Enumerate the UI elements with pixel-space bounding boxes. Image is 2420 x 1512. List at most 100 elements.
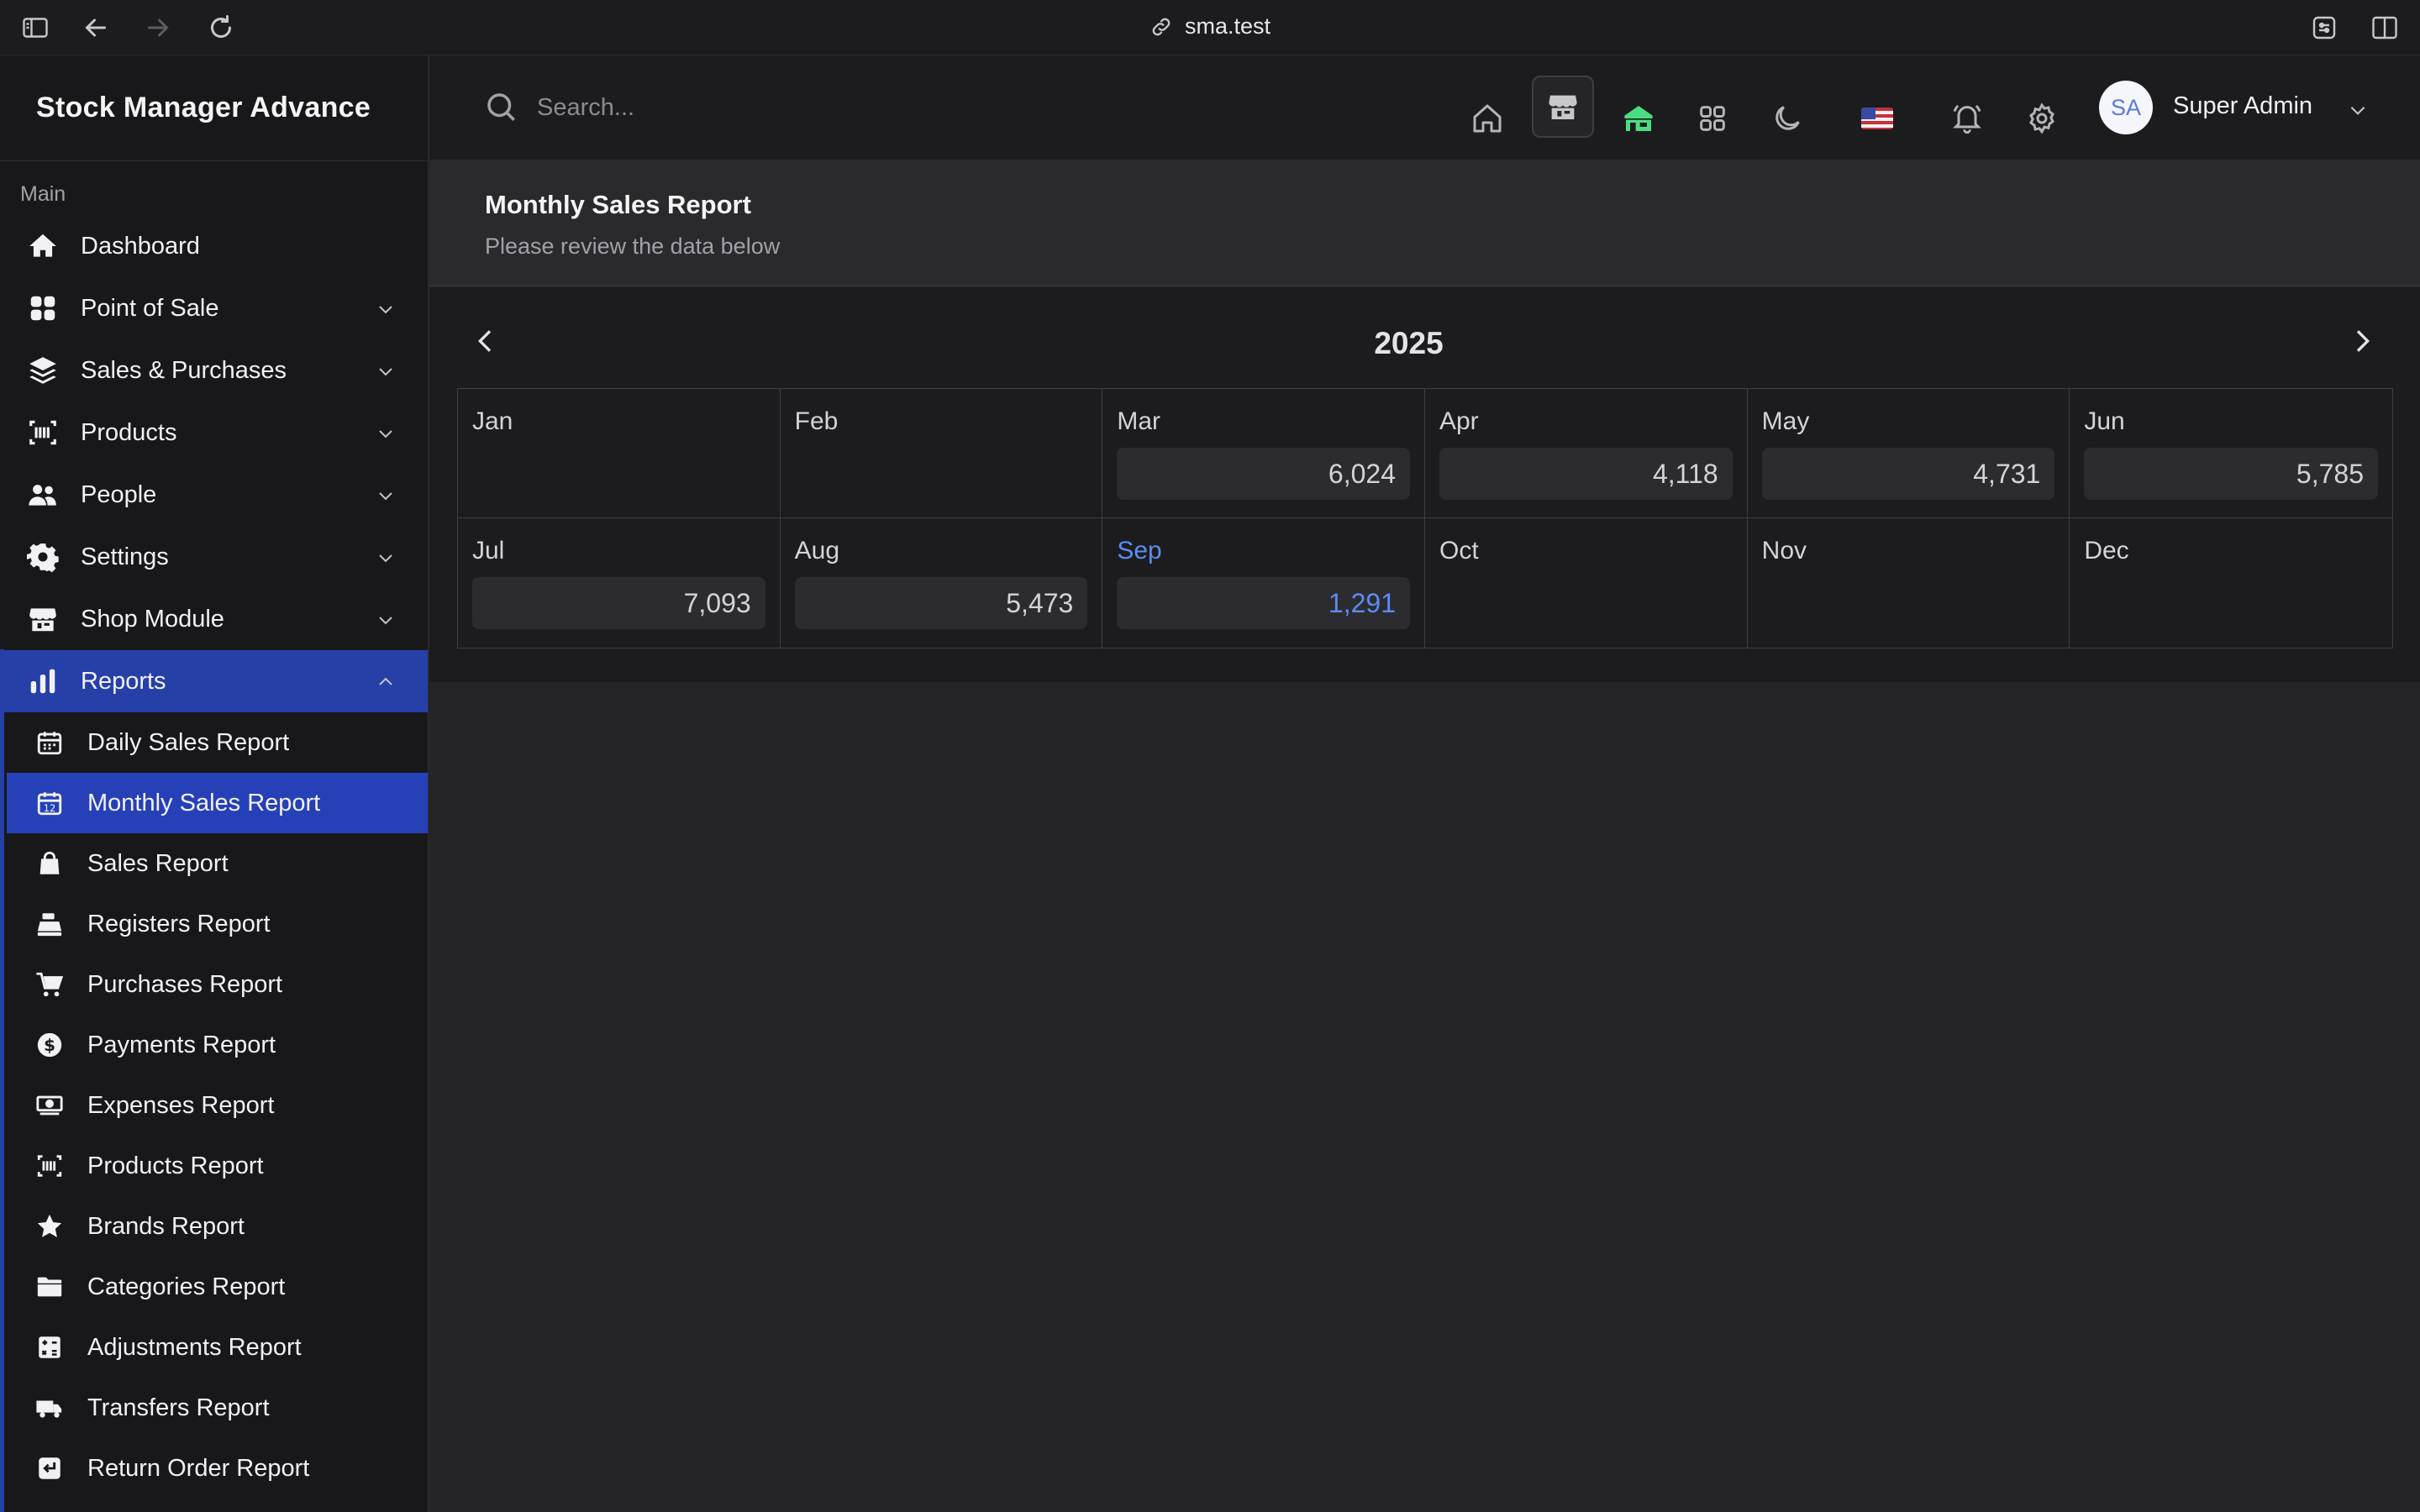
svg-text:$: $ bbox=[44, 1036, 55, 1055]
shop-icon bbox=[1622, 102, 1655, 135]
month-sales-value[interactable]: 7,093 bbox=[472, 577, 765, 629]
sidebar-subitem-brands-report[interactable]: Brands Report bbox=[7, 1196, 428, 1257]
sidebar-subitem-return-order-report[interactable]: Return Order Report bbox=[7, 1438, 428, 1499]
month-sales-value[interactable]: 5,785 bbox=[2084, 448, 2378, 500]
sidebar-subitem-products-report[interactable]: Products Report bbox=[7, 1136, 428, 1196]
split-view-icon[interactable] bbox=[2370, 13, 2400, 43]
apps-grid-icon bbox=[1696, 102, 1729, 135]
chevron-down-icon bbox=[376, 610, 396, 630]
sidebar-subitem-payments-report[interactable]: $ Payments Report bbox=[7, 1015, 428, 1075]
month-cell[interactable]: May 4,731 bbox=[1747, 389, 2070, 518]
language-selector[interactable] bbox=[1846, 87, 1908, 150]
sidebar-item-label: Dashboard bbox=[81, 232, 200, 260]
back-icon[interactable] bbox=[81, 13, 111, 43]
extensions-icon[interactable] bbox=[2309, 13, 2339, 43]
sidebar-subitem-label: Purchases Report bbox=[87, 970, 283, 998]
barcode-icon bbox=[35, 1152, 64, 1180]
month-cell[interactable]: Mar 6,024 bbox=[1102, 389, 1425, 518]
sidebar-subitem-expenses-report[interactable]: Expenses Report bbox=[7, 1075, 428, 1136]
month-cell[interactable]: Jul 7,093 bbox=[458, 518, 781, 648]
sidebar-subitem-registers-report[interactable]: Registers Report bbox=[7, 894, 428, 954]
address-bar[interactable]: sma.test bbox=[0, 13, 2420, 39]
us-flag-icon bbox=[1861, 108, 1893, 129]
sidebar-toggle-icon[interactable] bbox=[20, 13, 50, 43]
month-sales-value[interactable]: 1,291 bbox=[1117, 577, 1410, 629]
month-name: Sep bbox=[1117, 537, 1162, 564]
link-icon bbox=[1150, 15, 1173, 39]
month-sales-value[interactable]: 4,118 bbox=[1439, 448, 1733, 500]
barcode-icon bbox=[27, 417, 59, 449]
home-button[interactable] bbox=[1456, 87, 1518, 150]
star-icon bbox=[35, 1212, 64, 1241]
sidebar-item-sales-purchases[interactable]: Sales & Purchases bbox=[0, 339, 428, 402]
sidebar-subitem-purchases-report[interactable]: Purchases Report bbox=[7, 954, 428, 1015]
sidebar-section-label: Main bbox=[20, 182, 66, 206]
sidebar-subitem-adjustments-report[interactable]: Adjustments Report bbox=[7, 1317, 428, 1378]
browser-toolbar: sma.test bbox=[0, 0, 2420, 55]
sidebar: Stock Manager Advance Main Dashboard Poi… bbox=[0, 55, 429, 1512]
forward-icon[interactable] bbox=[143, 13, 173, 43]
dark-mode-toggle[interactable] bbox=[1756, 87, 1818, 150]
cart-icon bbox=[35, 970, 64, 999]
month-name: May bbox=[1761, 407, 1810, 435]
month-cell[interactable]: Aug 5,473 bbox=[781, 518, 1103, 648]
sidebar-subitem-daily-sales-report[interactable]: Daily Sales Report bbox=[7, 712, 428, 773]
svg-text:12: 12 bbox=[44, 802, 55, 814]
month-sales-value[interactable]: 4,731 bbox=[1761, 448, 2055, 500]
sidebar-item-products[interactable]: Products bbox=[0, 402, 428, 464]
store-icon bbox=[1546, 90, 1580, 123]
month-sales-value[interactable]: 5,473 bbox=[794, 577, 1088, 629]
search-icon bbox=[483, 89, 518, 124]
month-cell[interactable]: Jun 5,785 bbox=[2070, 389, 2392, 518]
settings-button[interactable] bbox=[2011, 87, 2073, 150]
layers-icon bbox=[27, 354, 59, 386]
month-cell[interactable]: Dec bbox=[2070, 518, 2392, 648]
search-input[interactable] bbox=[537, 87, 1125, 128]
sidebar-subitem-label: Sales Report bbox=[87, 849, 229, 877]
bell-icon bbox=[1950, 102, 1984, 135]
store-icon bbox=[27, 603, 59, 635]
month-grid: Jan Feb Mar 6,024 Apr 4,118 May 4,731 Jun 5,… bbox=[457, 388, 2393, 648]
month-cell[interactable]: Feb bbox=[780, 389, 1103, 518]
sidebar-item-label: Point of Sale bbox=[81, 294, 219, 322]
gear-icon bbox=[2025, 102, 2059, 135]
month-cell[interactable]: Jan bbox=[458, 389, 781, 518]
sidebar-subitem-monthly-sales-report[interactable]: 12 Monthly Sales Report bbox=[7, 773, 428, 833]
month-cell[interactable]: Oct bbox=[1425, 518, 1748, 648]
return-icon bbox=[35, 1454, 64, 1483]
month-name: Aug bbox=[794, 537, 840, 564]
month-sales-value[interactable]: 6,024 bbox=[1117, 448, 1410, 500]
sidebar-item-point-of-sale[interactable]: Point of Sale bbox=[0, 277, 428, 339]
brand-logo[interactable]: Stock Manager Advance bbox=[0, 55, 428, 161]
sidebar-item-dashboard[interactable]: Dashboard bbox=[0, 215, 428, 277]
calendar-icon bbox=[35, 728, 64, 757]
month-cell[interactable]: Nov bbox=[1748, 518, 2070, 648]
sidebar-item-label: Shop Module bbox=[81, 605, 224, 633]
sidebar-item-label: Settings bbox=[81, 543, 169, 570]
sidebar-subitem-categories-report[interactable]: Categories Report bbox=[7, 1257, 428, 1317]
sidebar-subitem-label: Categories Report bbox=[87, 1273, 286, 1300]
notifications-button[interactable] bbox=[1936, 87, 1998, 150]
sidebar-item-shop-module[interactable]: Shop Module bbox=[0, 588, 428, 650]
sidebar-subitem-sales-report[interactable]: Sales Report bbox=[7, 833, 428, 894]
avatar[interactable]: SA bbox=[2099, 81, 2153, 134]
month-cell[interactable]: Apr 4,118 bbox=[1424, 389, 1748, 518]
sidebar-item-people[interactable]: People bbox=[0, 464, 428, 526]
sidebar-subitem-transfers-report[interactable]: Transfers Report bbox=[7, 1378, 428, 1438]
pos-button[interactable] bbox=[1532, 76, 1594, 138]
next-year-button[interactable] bbox=[2345, 324, 2379, 358]
month-name: Jun bbox=[2084, 407, 2125, 435]
sidebar-item-reports[interactable]: Reports bbox=[3, 650, 428, 712]
cash-register-icon bbox=[35, 910, 64, 938]
apps-button[interactable] bbox=[1681, 87, 1744, 150]
calendar-12-icon: 12 bbox=[35, 789, 64, 817]
chevron-down-icon bbox=[376, 548, 396, 568]
month-cell-current[interactable]: Sep 1,291 bbox=[1102, 518, 1425, 648]
sidebar-subitem-label: Monthly Sales Report bbox=[87, 789, 321, 816]
sidebar-item-settings[interactable]: Settings bbox=[0, 526, 428, 588]
chevron-down-icon[interactable] bbox=[2347, 99, 2369, 121]
shop-button[interactable] bbox=[1607, 87, 1670, 150]
user-name[interactable]: Super Admin bbox=[2173, 92, 2312, 120]
reload-icon[interactable] bbox=[206, 13, 236, 43]
page-title: Monthly Sales Report bbox=[485, 190, 751, 219]
